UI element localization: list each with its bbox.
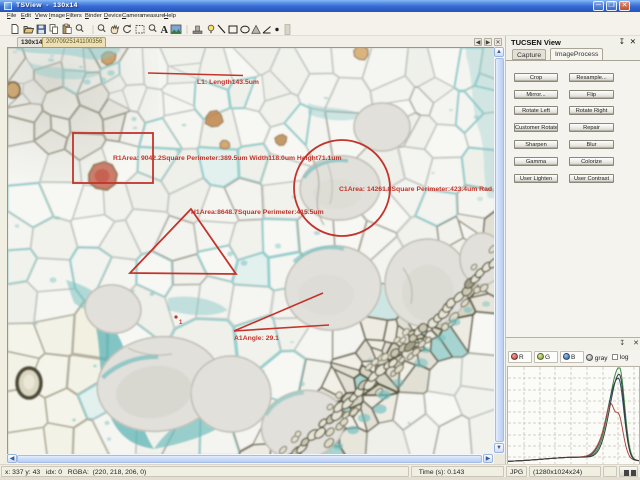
svg-text:H1Area:8648.7Square Perimeter:: H1Area:8648.7Square Perimeter:415.5um	[191, 209, 324, 216]
svg-text:C1Area: 14261.8Square Perimet: C1Area: 14261.8Square Perimeter:423.4um …	[339, 186, 492, 193]
svg-text:L1: Length143.5um: L1: Length143.5um	[197, 79, 259, 86]
svg-text:A1Angle: 29.1: A1Angle: 29.1	[234, 335, 279, 342]
svg-text:A: A	[161, 25, 169, 36]
